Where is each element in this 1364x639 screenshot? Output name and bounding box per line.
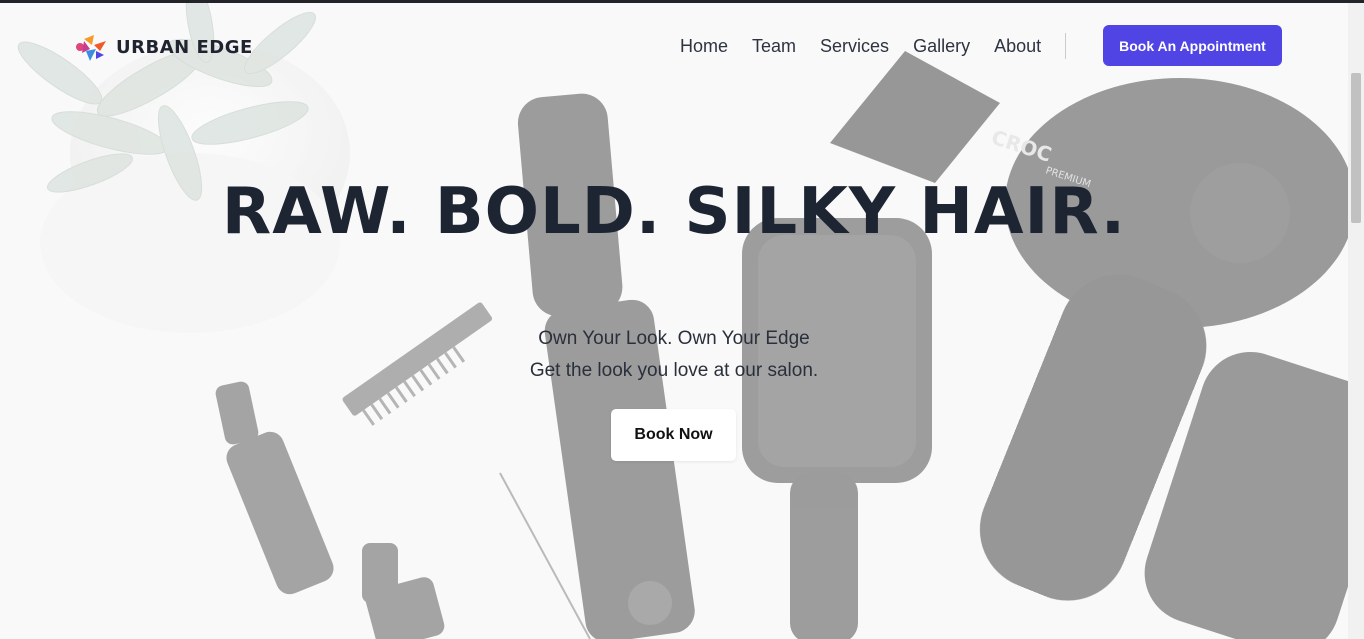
urban-edge-logo-icon — [76, 35, 106, 61]
nav-team[interactable]: Team — [752, 36, 796, 57]
hero-subline-2: Get the look you love at our salon. — [529, 360, 819, 381]
book-appointment-button[interactable]: Book An Appointment — [1103, 25, 1282, 66]
brand-logo[interactable]: URBAN EDGE — [72, 29, 253, 65]
book-now-button[interactable]: Book Now — [611, 409, 736, 461]
nav-home[interactable]: Home — [680, 36, 728, 57]
nav-divider — [1065, 33, 1067, 59]
hero-subtext: Own Your Look. Own Your Edge Get the loo… — [0, 323, 1348, 387]
nav-about[interactable]: About — [994, 36, 1041, 57]
hero-subline-1: Own Your Look. Own Your Edge — [538, 328, 810, 349]
hero-headline: RAW. BOLD. SILKY HAIR. — [221, 175, 1127, 249]
main-nav: Home Team Services Gallery About — [680, 33, 1090, 59]
nav-gallery[interactable]: Gallery — [913, 36, 970, 57]
nav-services[interactable]: Services — [820, 36, 889, 57]
page-scrollbar[interactable] — [1348, 3, 1364, 639]
top-navbar: URBAN EDGE Home Team Services Gallery Ab… — [0, 3, 1348, 89]
hero-background-image: CROC PREMIUM — [0, 3, 1348, 639]
brand-name: URBAN EDGE — [116, 36, 253, 58]
scrollbar-thumb[interactable] — [1351, 73, 1361, 223]
hero-section: CROC PREMIUM URBAN EDGE Home Team Servic… — [0, 3, 1348, 639]
